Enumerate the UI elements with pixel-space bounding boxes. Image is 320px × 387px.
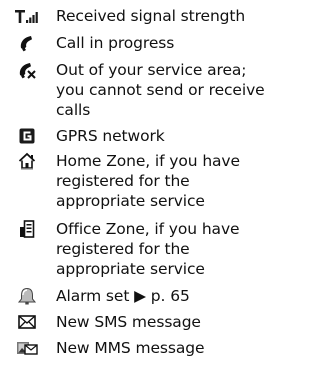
gprs-icon	[14, 126, 40, 146]
mms-icon	[14, 338, 40, 358]
legend-label: New MMS message	[56, 339, 205, 357]
call-in-progress-icon	[14, 33, 40, 53]
home-zone-icon	[14, 151, 40, 171]
office-zone-icon	[14, 219, 40, 239]
legend-label: Home Zone, if you have registered for th…	[56, 152, 240, 210]
legend-label: Call in progress	[56, 34, 175, 52]
legend-label: Received signal strength	[56, 7, 246, 25]
legend-label: Alarm set ▶ p. 65	[56, 287, 190, 305]
sms-envelope-icon	[14, 312, 40, 332]
status-icon-legend: Received signal strength Call in progres…	[0, 0, 302, 387]
legend-label: Office Zone, if you have registered for …	[56, 220, 240, 278]
signal-strength-icon	[14, 6, 40, 26]
alarm-icon	[14, 286, 40, 306]
legend-label: Out of your service area; you cannot sen…	[56, 61, 265, 119]
legend-label: GPRS network	[56, 127, 165, 145]
legend-label: New SMS message	[56, 313, 201, 331]
out-of-service-icon	[14, 60, 40, 80]
